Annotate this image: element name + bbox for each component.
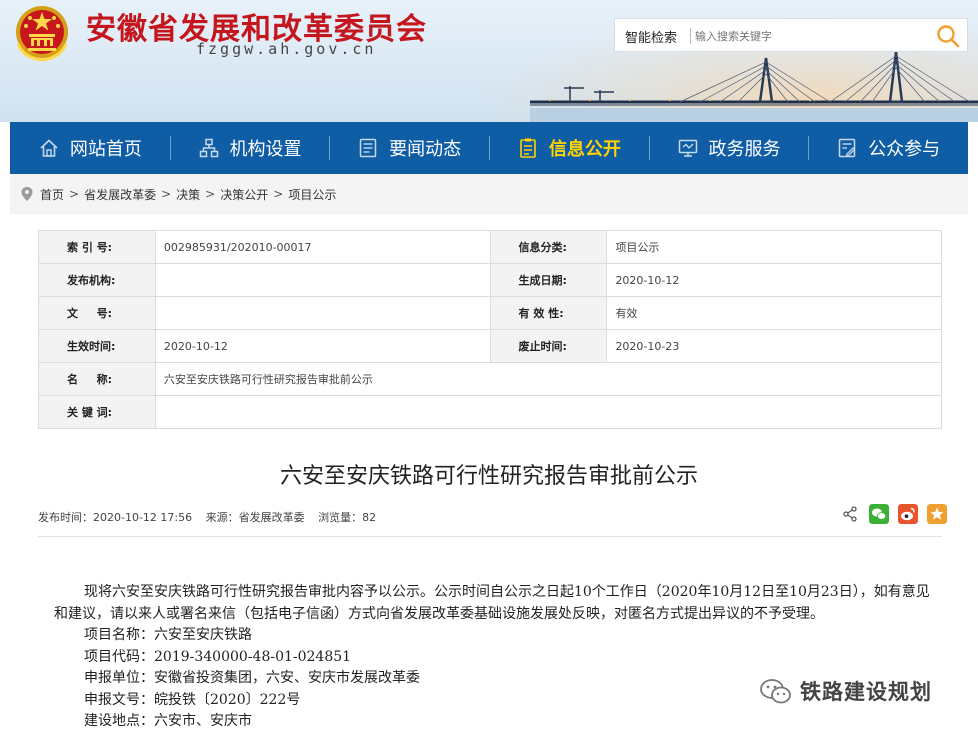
breadcrumb-decision-disclosure[interactable]: 决策公开 xyxy=(220,186,268,203)
search-box: 智能检索 xyxy=(614,18,968,52)
article-body: 现将六安至安庆铁路可行性研究报告审批内容予以公示。公示时间自公示之日起10个工作… xyxy=(54,582,934,733)
share-bar xyxy=(840,504,947,524)
nav-item-home[interactable]: 网站首页 xyxy=(10,122,170,174)
nav-item-news[interactable]: 要闻动态 xyxy=(329,122,489,174)
smart-search-label[interactable]: 智能检索 xyxy=(625,27,677,46)
table-row: 名 称: 六安至安庆铁路可行性研究报告审批前公示 xyxy=(38,362,943,396)
construction-site-line: 建设地点：六安市、安庆市 xyxy=(84,713,252,729)
nav-item-public-participation[interactable]: 公众参与 xyxy=(808,122,968,174)
bridge-illustration xyxy=(530,51,978,122)
breadcrumb-home[interactable]: 首页 xyxy=(40,186,64,203)
wechat-icon[interactable] xyxy=(869,504,889,524)
org-chart-icon xyxy=(199,138,218,158)
breadcrumb-separator: > xyxy=(69,187,80,201)
project-name-line: 项目名称：六安至安庆铁路 xyxy=(84,627,252,643)
table-row: 索 引 号: 002985931/202010-00017 信息分类: 项目公示 xyxy=(38,230,942,264)
project-code-line: 项目代码：2019-340000-48-01-024851 xyxy=(84,648,352,665)
info-category-value: 项目公示 xyxy=(606,230,942,264)
created-date-value: 2020-10-12 xyxy=(606,263,942,297)
table-row: 关 键 词: xyxy=(38,395,943,429)
share-icon[interactable] xyxy=(840,504,860,524)
name-value: 六安至安庆铁路可行性研究报告审批前公示 xyxy=(154,362,943,396)
effective-date-value: 2020-10-12 xyxy=(154,329,491,363)
breadcrumb-separator: > xyxy=(161,187,172,201)
location-pin-icon xyxy=(21,187,33,201)
article-source: 来源：省发展改革委 xyxy=(205,511,305,524)
main-nav: 网站首页 机构设置 要闻动态 信息公开 政务服务 公众参与 xyxy=(10,122,968,174)
breadcrumb-provincial-ndrc[interactable]: 省发展改革委 xyxy=(84,186,156,203)
index-number-label: 索 引 号: xyxy=(38,230,156,264)
breadcrumb-separator: > xyxy=(205,187,216,201)
publisher-value xyxy=(154,263,491,297)
validity-value: 有效 xyxy=(606,296,942,330)
keywords-value xyxy=(154,395,943,429)
search-divider xyxy=(690,28,691,44)
search-icon[interactable] xyxy=(935,23,961,49)
site-header: 安徽省发展和改革委员会 fzggw.ah.gov.cn 智能检索 xyxy=(0,0,978,122)
wechat-watermark-icon xyxy=(760,679,791,704)
nav-label: 要闻动态 xyxy=(389,139,462,160)
meta-divider xyxy=(38,536,942,537)
site-domain: fzggw.ah.gov.cn xyxy=(196,40,377,58)
nav-label: 网站首页 xyxy=(69,139,142,160)
nav-label: 机构设置 xyxy=(229,139,302,160)
news-icon xyxy=(359,138,377,158)
breadcrumb: 首页 > 省发展改革委 > 决策 > 决策公开 > 项目公示 xyxy=(10,174,968,214)
table-row: 发布机构: 生成日期: 2020-10-12 xyxy=(38,263,942,297)
nav-item-organization[interactable]: 机构设置 xyxy=(169,122,330,174)
nav-label: 公众参与 xyxy=(868,139,941,160)
nav-label: 政务服务 xyxy=(708,139,781,160)
favorite-icon[interactable] xyxy=(927,504,947,524)
search-input[interactable] xyxy=(695,25,925,47)
monitor-icon xyxy=(678,139,697,157)
name-label: 名 称: xyxy=(38,362,156,396)
index-number-value: 002985931/202010-00017 xyxy=(154,230,491,264)
info-table: 索 引 号: 002985931/202010-00017 信息分类: 项目公示… xyxy=(38,230,943,429)
national-emblem-icon xyxy=(16,6,68,62)
table-row: 生效时间: 2020-10-12 废止时间: 2020-10-23 xyxy=(38,329,942,363)
table-row: 文 号: 有 效 性: 有效 xyxy=(38,296,942,330)
feedback-icon xyxy=(838,138,856,158)
effective-date-label: 生效时间: xyxy=(38,329,156,363)
nav-item-gov-services[interactable]: 政务服务 xyxy=(648,122,809,174)
publish-time: 发布时间：2020-10-12 17:56 xyxy=(38,511,193,524)
expiry-date-value: 2020-10-23 xyxy=(606,329,942,363)
article-meta: 发布时间：2020-10-12 17:56 来源：省发展改革委 浏览量：82 xyxy=(38,509,386,525)
home-icon xyxy=(40,139,58,157)
article-title: 六安至安庆铁路可行性研究报告审批前公示 xyxy=(279,464,698,489)
publisher-label: 发布机构: xyxy=(38,263,156,297)
breadcrumb-separator: > xyxy=(273,187,284,201)
weibo-icon[interactable] xyxy=(898,504,918,524)
breadcrumb-project-notice[interactable]: 项目公示 xyxy=(288,186,336,203)
created-date-label: 生成日期: xyxy=(489,263,608,297)
nav-label: 信息公开 xyxy=(548,139,621,160)
breadcrumb-decision[interactable]: 决策 xyxy=(176,186,200,203)
article-paragraph: 现将六安至安庆铁路可行性研究报告审批内容予以公示。公示时间自公示之日起10个工作… xyxy=(54,584,930,622)
watermark-text: 铁路建设规划 xyxy=(800,680,932,704)
expiry-date-label: 废止时间: xyxy=(489,329,608,363)
info-category-label: 信息分类: xyxy=(489,230,608,264)
keywords-label: 关 键 词: xyxy=(38,395,156,429)
validity-label: 有 效 性: xyxy=(489,296,608,330)
document-number-value xyxy=(154,296,491,330)
document-number-label: 文 号: xyxy=(38,296,156,330)
view-count: 浏览量：82 xyxy=(318,511,377,524)
document-icon xyxy=(520,138,536,158)
nav-item-info-disclosure[interactable]: 信息公开 xyxy=(489,122,649,174)
wechat-account-watermark: 铁路建设规划 xyxy=(758,676,932,706)
